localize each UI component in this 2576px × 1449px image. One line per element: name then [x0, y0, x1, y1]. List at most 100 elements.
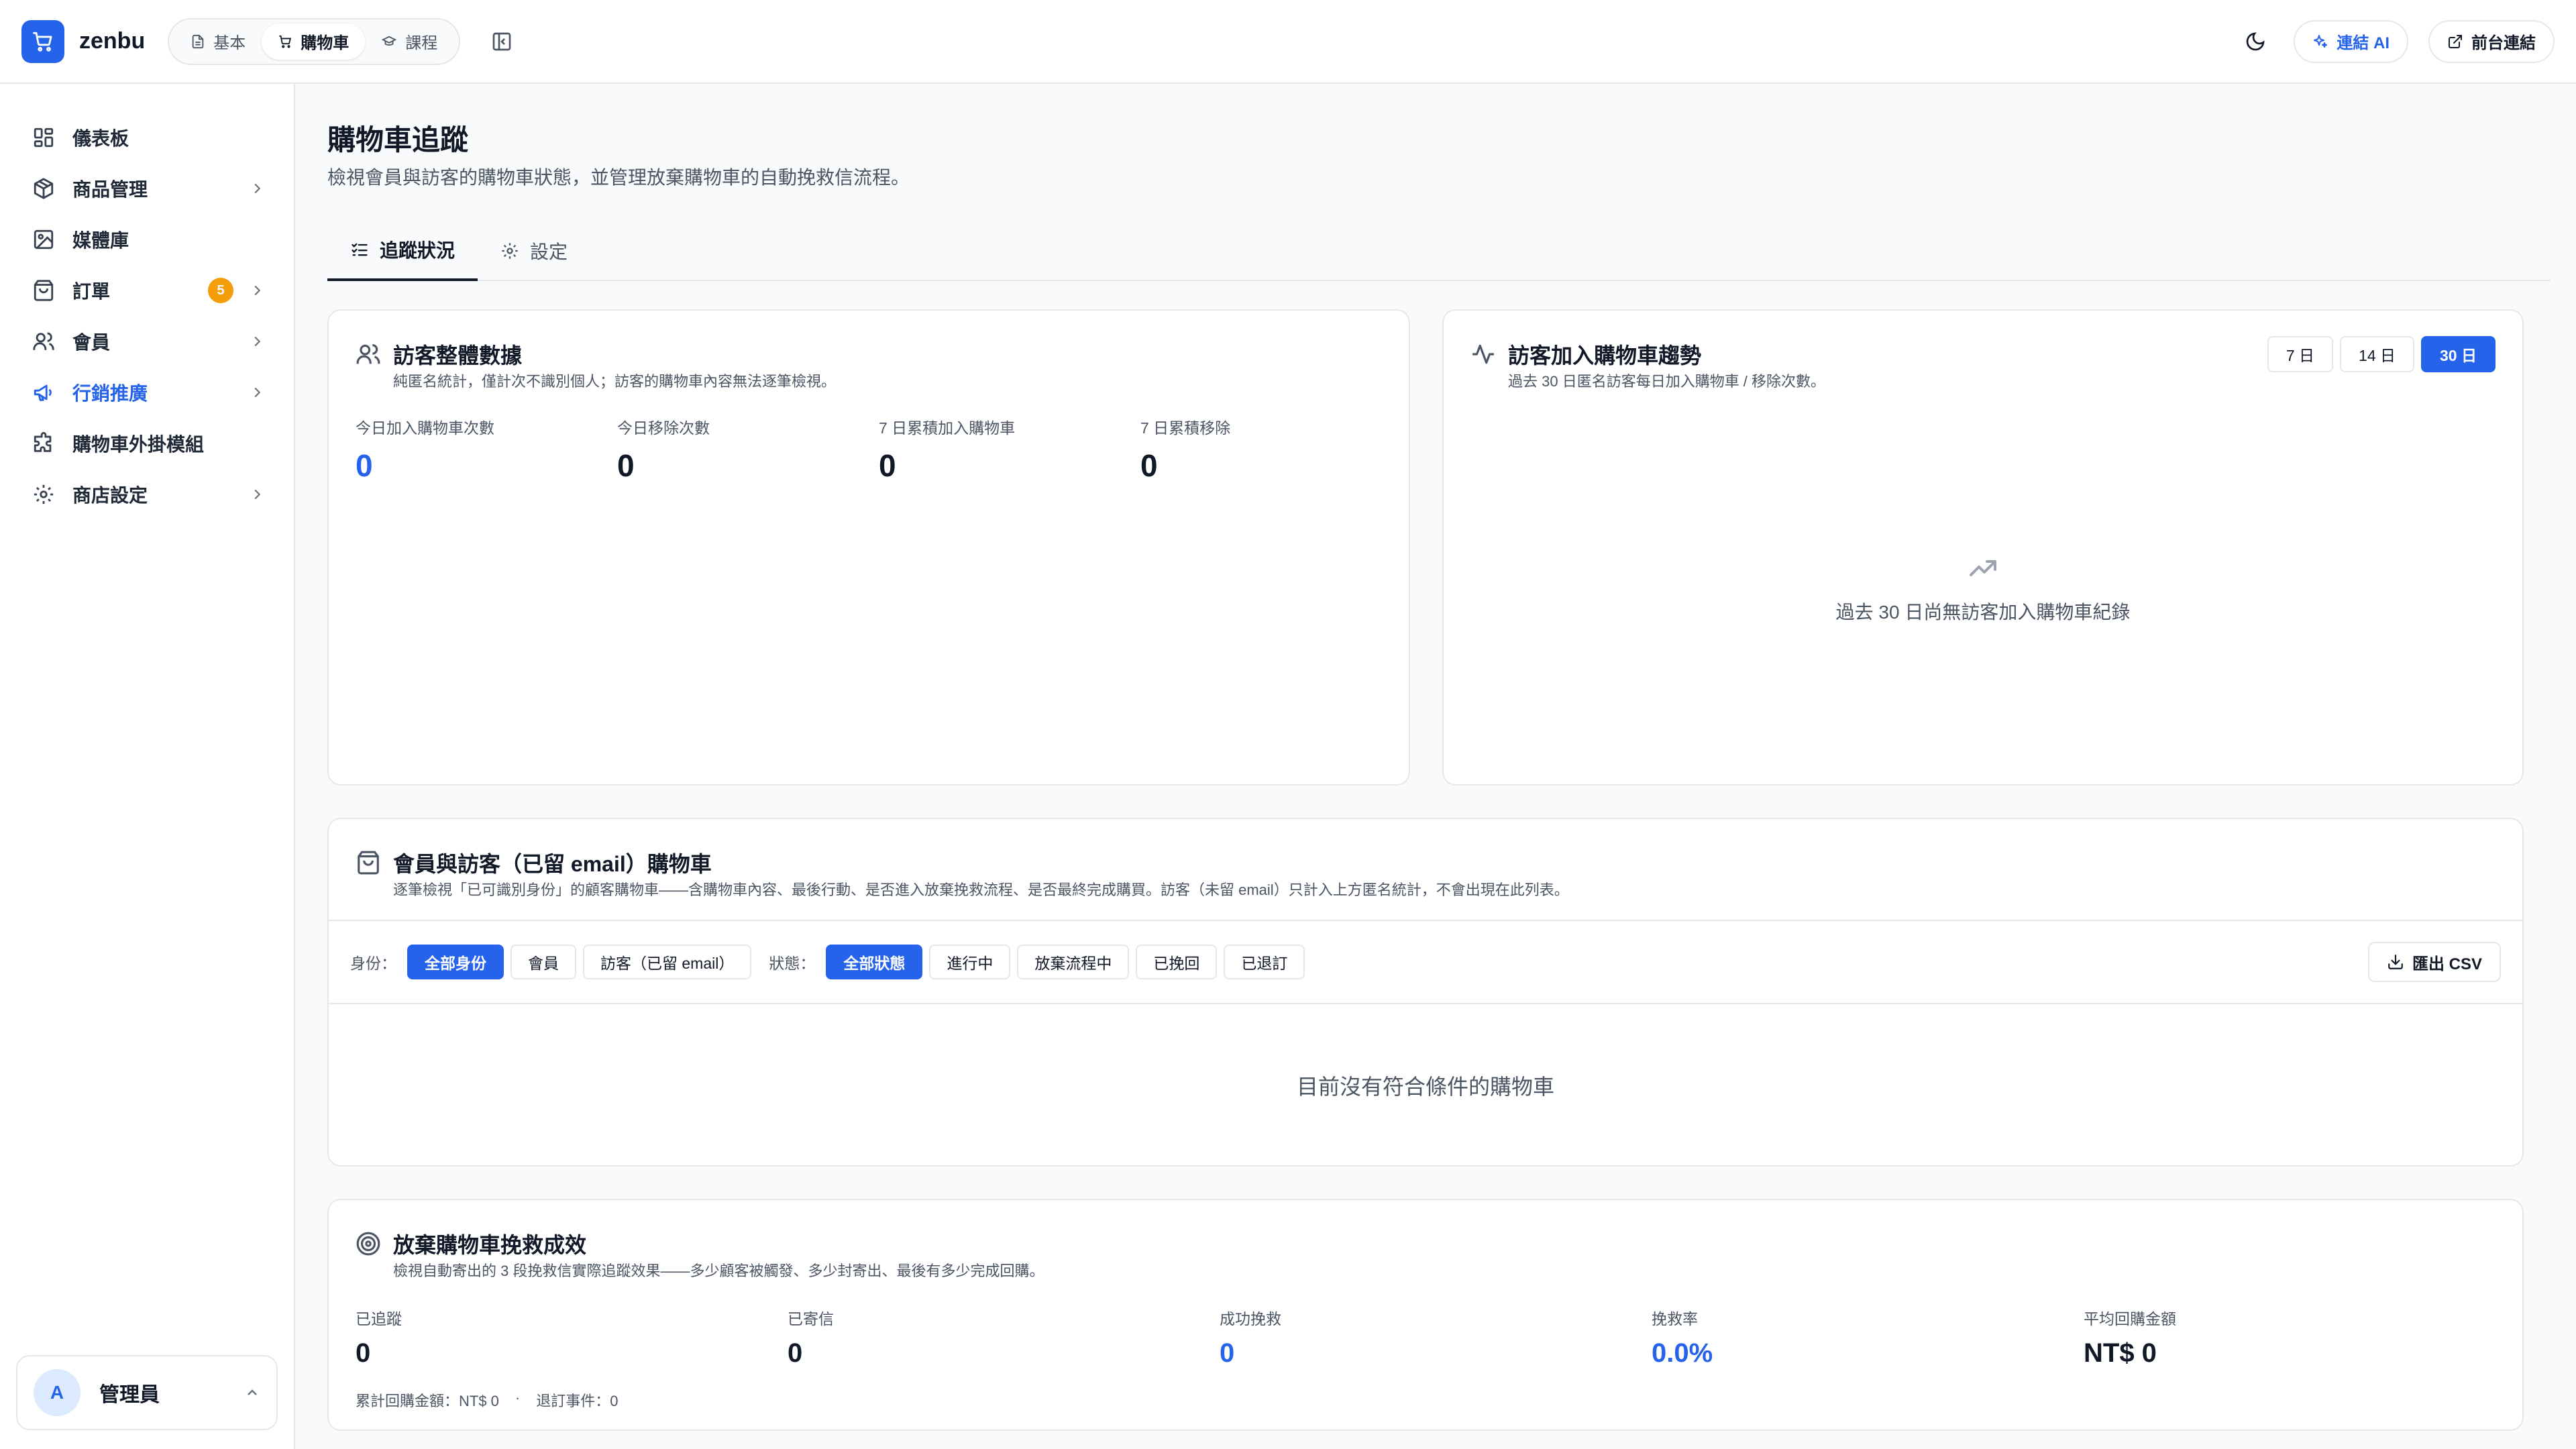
connect-ai-button[interactable]: 連結 AI: [2294, 19, 2408, 63]
external-link-icon: [2449, 34, 2462, 48]
card-title: 放棄購物車挽救成效: [393, 1233, 587, 1257]
mode-tab-basic[interactable]: 基本: [174, 23, 262, 60]
document-icon: [192, 34, 204, 48]
user-menu[interactable]: A 管理員: [16, 1355, 278, 1430]
chevron-right-icon: [254, 489, 261, 500]
recovery-stats-card: 放棄購物車挽救成效 檢視自動寄出的 3 段挽救信實際追蹤效果——多少顧客被觸發、…: [327, 1199, 2524, 1431]
sidebar-item-members[interactable]: 會員: [0, 316, 294, 367]
stat-value: 0: [879, 448, 896, 483]
status-filter-label: 狀態：: [769, 955, 816, 972]
stat-value: 0: [356, 448, 373, 483]
stat-label: 7 日累積移除: [1140, 419, 1231, 437]
status-filter-recovered[interactable]: 已挽回: [1136, 945, 1218, 979]
user-name: 管理員: [99, 1384, 160, 1406]
identity-filter-member[interactable]: 會員: [511, 945, 576, 979]
sidebar-toggle-icon[interactable]: [486, 25, 518, 58]
cart-logo-icon[interactable]: [21, 19, 64, 63]
range-14-days-button[interactable]: 14 日: [2340, 336, 2415, 372]
stat-item: 已追蹤 0: [356, 1306, 402, 1368]
tab-settings[interactable]: 設定: [478, 221, 590, 281]
identity-filter-all[interactable]: 全部身份: [407, 945, 504, 979]
range-7-days-button[interactable]: 7 日: [2267, 336, 2334, 372]
orders-count-badge: 5: [208, 278, 233, 303]
stat-item: 今日加入購物車次數 0: [356, 415, 494, 484]
gear-icon: [34, 484, 54, 504]
page-tabs: 追蹤狀況 設定: [327, 221, 2551, 281]
export-csv-button[interactable]: 匯出 CSV: [2367, 942, 2501, 982]
sidebar-item-dashboard[interactable]: 儀表板: [0, 112, 294, 163]
tab-tracking[interactable]: 追蹤狀況: [327, 221, 478, 281]
card-title: 訪客整體數據: [393, 343, 523, 368]
stat-label: 已追蹤: [356, 1310, 402, 1328]
stat-label: 已寄信: [788, 1310, 834, 1328]
sidebar-item-store-settings[interactable]: 商店設定: [0, 469, 294, 520]
main-content: 購物車追蹤 檢視會員與訪客的購物車狀態，並管理放棄購物車的自動挽救信流程。 追蹤…: [295, 84, 2576, 1449]
card-subtitle: 逐筆檢視「已可識別身份」的顧客購物車——含購物車內容、最後行動、是否進入放棄挽救…: [393, 881, 1569, 898]
stat-item: 平均回購金額 NT$ 0: [2084, 1306, 2176, 1368]
target-icon: [356, 1232, 380, 1256]
stat-label: 7 日累積加入購物車: [879, 419, 1016, 437]
storefront-link-button[interactable]: 前台連結: [2428, 19, 2555, 63]
chevron-right-icon: [254, 387, 261, 398]
visitor-stats-card: 訪客整體數據 純匿名統計，僅計次不識別個人；訪客的購物車內容無法逐筆檢視。 今日…: [327, 309, 1410, 786]
sidebar-item-label: 媒體庫: [72, 230, 129, 251]
sidebar-item-label: 訂單: [72, 281, 111, 302]
sidebar: 儀表板 商品管理 媒體庫 訂單 5 會員 行銷推廣 購物車外掛模組 商店設定 A…: [0, 84, 295, 1449]
avatar: A: [34, 1369, 80, 1416]
storefront-link-label: 前台連結: [2471, 34, 2536, 52]
status-filter-unsubscribed[interactable]: 已退訂: [1224, 945, 1305, 979]
mode-tab-label: 基本: [213, 34, 246, 52]
image-icon: [34, 229, 54, 250]
chevron-right-icon: [254, 285, 261, 296]
connect-ai-label: 連結 AI: [2337, 34, 2390, 52]
range-30-days-button[interactable]: 30 日: [2421, 336, 2496, 372]
stat-item: 今日移除次數 0: [617, 415, 710, 484]
trending-up-icon: [1970, 560, 1996, 576]
sidebar-item-label: 會員: [72, 332, 111, 353]
sidebar-item-marketing[interactable]: 行銷推廣: [0, 367, 294, 418]
sidebar-item-label: 商品管理: [72, 179, 148, 200]
page-title: 購物車追蹤: [327, 124, 469, 156]
dark-mode-icon[interactable]: [2237, 23, 2273, 60]
shopping-bag-icon: [358, 851, 379, 875]
sidebar-item-products[interactable]: 商品管理: [0, 163, 294, 214]
sidebar-item-cart-plugin[interactable]: 購物車外掛模組: [0, 418, 294, 469]
sidebar-item-media[interactable]: 媒體庫: [0, 214, 294, 265]
status-filter-all[interactable]: 全部狀態: [826, 945, 923, 979]
tab-label: 設定: [530, 241, 568, 262]
sidebar-item-label: 商店設定: [72, 485, 148, 506]
status-filter-abandoned[interactable]: 放棄流程中: [1017, 945, 1130, 979]
stat-value: 0: [1140, 448, 1158, 483]
tab-label: 追蹤狀況: [380, 240, 455, 261]
stat-value: 0: [788, 1338, 803, 1368]
stat-item: 成功挽救 0: [1220, 1306, 1281, 1368]
sidebar-item-orders[interactable]: 訂單 5: [0, 265, 294, 316]
card-title: 會員與訪客（已留 email）購物車: [393, 852, 712, 876]
stat-label: 平均回購金額: [2084, 1310, 2176, 1328]
range-selector: 7 日 14 日 30 日: [2267, 336, 2496, 372]
mode-tabs: 基本 購物車 課程: [168, 17, 461, 65]
list-checks-icon: [352, 243, 368, 256]
cart-trend-card: 訪客加入購物車趨勢 過去 30 日匿名訪客每日加入購物車 / 移除次數。 7 日…: [1442, 309, 2524, 786]
chevron-up-icon: [248, 1389, 257, 1395]
stat-label: 今日移除次數: [617, 419, 710, 437]
identity-filter-guest[interactable]: 訪客（已留 email）: [583, 945, 752, 979]
sidebar-item-label: 行銷推廣: [72, 383, 148, 404]
package-icon: [34, 178, 54, 199]
status-filter-active[interactable]: 進行中: [929, 945, 1011, 979]
stat-label: 今日加入購物車次數: [356, 419, 494, 437]
stat-item: 挽救率 0.0%: [1652, 1306, 1713, 1368]
gear-icon: [502, 243, 518, 259]
mode-tab-label: 購物車: [301, 34, 350, 52]
activity-icon: [1472, 344, 1494, 364]
member-carts-card: 會員與訪客（已留 email）購物車 逐筆檢視「已可識別身份」的顧客購物車——含…: [327, 818, 2524, 1167]
users-icon: [356, 343, 380, 364]
card-subtitle: 過去 30 日匿名訪客每日加入購物車 / 移除次數。: [1508, 373, 1826, 390]
download-icon: [2388, 955, 2403, 969]
cart-icon: [279, 35, 292, 48]
stat-item: 7 日累積移除 0: [1140, 415, 1230, 484]
mode-tab-cart[interactable]: 購物車: [262, 23, 366, 60]
card-title: 訪客加入購物車趨勢: [1508, 343, 1702, 368]
mode-tab-course[interactable]: 課程: [365, 23, 453, 60]
stat-label: 成功挽救: [1220, 1310, 1281, 1328]
